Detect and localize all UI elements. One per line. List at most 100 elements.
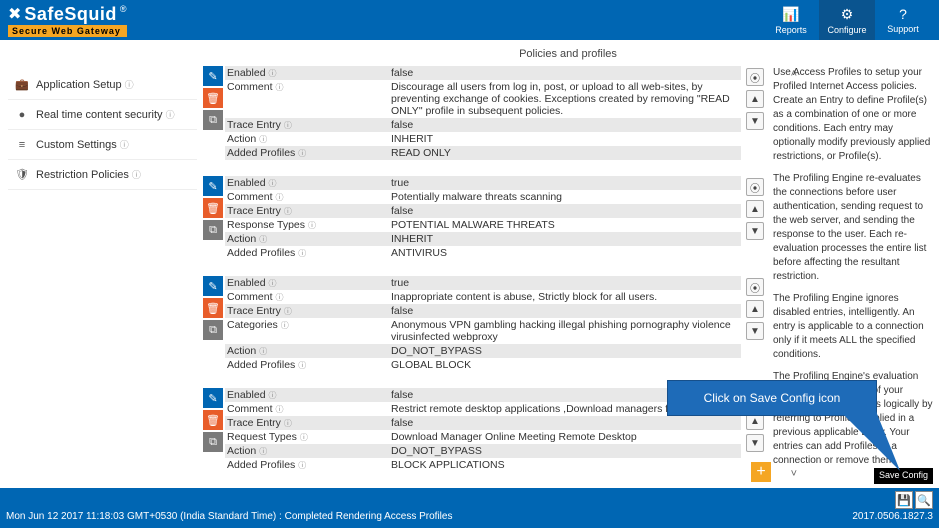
logo-mark-icon: ✖ [8, 4, 21, 24]
entry-row: Response TypesⓘPOTENTIAL MALWARE THREATS [225, 218, 741, 232]
entry-row: ActionⓘDO_NOT_BYPASS [225, 444, 741, 458]
row-label: Trace Entryⓘ [225, 417, 391, 429]
dot-icon: ● [14, 109, 30, 121]
row-label: Added Profilesⓘ [225, 147, 391, 159]
row-value: DO_NOT_BYPASS [391, 445, 741, 457]
callout-text: Click on Save Config icon [704, 391, 841, 405]
delete-button[interactable]: 🗑 [203, 298, 223, 318]
sidebar-item-custom-settings[interactable]: ≡ Custom Settings ⓘ [8, 130, 197, 160]
move-up-button[interactable]: ▲ [746, 200, 764, 218]
row-value: Anonymous VPN gambling hacking illegal p… [391, 319, 741, 343]
info-icon: ⓘ [284, 120, 292, 131]
move-up-button[interactable]: ▲ [746, 300, 764, 318]
row-label: Trace Entryⓘ [225, 205, 391, 217]
scroll-down-icon[interactable]: ˅ [791, 468, 797, 480]
info-icon: ⓘ [120, 138, 129, 151]
entry-row: ActionⓘINHERIT [225, 232, 741, 246]
row-label: Enabledⓘ [225, 277, 391, 289]
add-entry-button[interactable]: + [751, 462, 771, 482]
configure-button[interactable]: ⚙ Configure [819, 0, 875, 40]
move-down-button[interactable]: ▼ [746, 434, 764, 452]
entry-row: Added ProfilesⓘGLOBAL BLOCK [225, 358, 741, 372]
row-value: INHERIT [391, 133, 741, 145]
row-label: Actionⓘ [225, 233, 391, 245]
clone-button[interactable]: ⧉ [203, 220, 223, 240]
row-label: Request Typesⓘ [225, 431, 391, 443]
entry-row: Enabledⓘfalse [225, 388, 741, 402]
entries-list: ✎🗑⧉EnabledⓘfalseCommentⓘDiscourage all u… [197, 66, 769, 488]
entry-row: Trace Entryⓘfalse [225, 416, 741, 430]
entry-row: Added ProfilesⓘBLOCK APPLICATIONS [225, 458, 741, 472]
target-button[interactable]: ⦿ [746, 278, 764, 296]
entry-row: Request TypesⓘDownload Manager Online Me… [225, 430, 741, 444]
row-label: Added Profilesⓘ [225, 359, 391, 371]
row-label: Commentⓘ [225, 403, 391, 415]
row-value: Inappropriate content is abuse, Strictly… [391, 291, 741, 303]
shield-icon: 🛡 [14, 168, 30, 181]
support-button[interactable]: ? Support [875, 0, 931, 40]
move-down-button[interactable]: ▼ [746, 112, 764, 130]
clone-button[interactable]: ⧉ [203, 110, 223, 130]
edit-button[interactable]: ✎ [203, 388, 223, 408]
target-button[interactable]: ⦿ [746, 68, 764, 86]
entry-row: CommentⓘRestrict remote desktop applicat… [225, 402, 741, 416]
main-panel: Policies and profiles ˄ ✎🗑⧉Enabledⓘfalse… [197, 40, 939, 488]
reports-label: Reports [775, 25, 807, 35]
info-icon: ⓘ [132, 168, 141, 181]
move-up-button[interactable]: ▲ [746, 90, 764, 108]
save-config-button[interactable]: 💾 [895, 491, 913, 509]
sidebar-item-realtime-security[interactable]: ● Real time content security ⓘ [8, 100, 197, 130]
row-label: Actionⓘ [225, 445, 391, 457]
delete-button[interactable]: 🗑 [203, 410, 223, 430]
sidebar-item-label: Custom Settings [36, 139, 117, 151]
info-icon: ⓘ [269, 178, 277, 189]
info-icon: ⓘ [259, 234, 267, 245]
delete-button[interactable]: 🗑 [203, 198, 223, 218]
info-icon: ⓘ [276, 82, 284, 93]
entry-row: CommentⓘPotentially malware threats scan… [225, 190, 741, 204]
move-down-button[interactable]: ▼ [746, 322, 764, 340]
entry-row: Trace Entryⓘfalse [225, 118, 741, 132]
edit-button[interactable]: ✎ [203, 276, 223, 296]
logo: ✖ SafeSquid ® Secure Web Gateway [8, 4, 127, 37]
info-icon: ⓘ [269, 68, 277, 79]
footer-version: 2017.0506.1827.3 [852, 511, 933, 522]
target-button[interactable]: ⦿ [746, 178, 764, 196]
row-value: POTENTIAL MALWARE THREATS [391, 219, 741, 231]
row-label: Categoriesⓘ [225, 319, 391, 331]
info-icon: ⓘ [298, 360, 306, 371]
clone-button[interactable]: ⧉ [203, 432, 223, 452]
sidebar-item-application-setup[interactable]: 💼 Application Setup ⓘ [8, 70, 197, 100]
configure-icon: ⚙ [841, 6, 854, 23]
row-value: Potentially malware threats scanning [391, 191, 741, 203]
info-icon: ⓘ [276, 292, 284, 303]
help-paragraph: Use Access Profiles to setup your Profil… [773, 66, 935, 164]
info-icon: ⓘ [259, 134, 267, 145]
row-value: ANTIVIRUS [391, 247, 741, 259]
entry-row: Enabledⓘtrue [225, 176, 741, 190]
entry-row: Trace Entryⓘfalse [225, 204, 741, 218]
footer-status: Mon Jun 12 2017 11:18:03 GMT+0530 (India… [6, 511, 852, 522]
delete-button[interactable]: 🗑 [203, 88, 223, 108]
row-value: INHERIT [391, 233, 741, 245]
reports-icon: 📊 [782, 6, 799, 23]
entry-row: Added ProfilesⓘREAD ONLY [225, 146, 741, 160]
logo-subtitle: Secure Web Gateway [8, 25, 127, 37]
row-label: Added Profilesⓘ [225, 247, 391, 259]
entry-row: ActionⓘINHERIT [225, 132, 741, 146]
move-down-button[interactable]: ▼ [746, 222, 764, 240]
edit-button[interactable]: ✎ [203, 66, 223, 86]
reports-button[interactable]: 📊 Reports [763, 0, 819, 40]
row-value: DO_NOT_BYPASS [391, 345, 741, 357]
row-value: true [391, 177, 741, 189]
info-icon: ⓘ [308, 220, 316, 231]
search-button[interactable]: 🔍 [915, 491, 933, 509]
info-icon: ⓘ [284, 418, 292, 429]
sidebar-item-restriction-policies[interactable]: 🛡 Restriction Policies ⓘ [8, 160, 197, 190]
edit-button[interactable]: ✎ [203, 176, 223, 196]
clone-button[interactable]: ⧉ [203, 320, 223, 340]
entry-row: ActionⓘDO_NOT_BYPASS [225, 344, 741, 358]
entry: ✎🗑⧉EnabledⓘfalseCommentⓘDiscourage all u… [197, 66, 769, 160]
entry-row: CommentⓘDiscourage all users from log in… [225, 80, 741, 118]
row-label: Actionⓘ [225, 345, 391, 357]
